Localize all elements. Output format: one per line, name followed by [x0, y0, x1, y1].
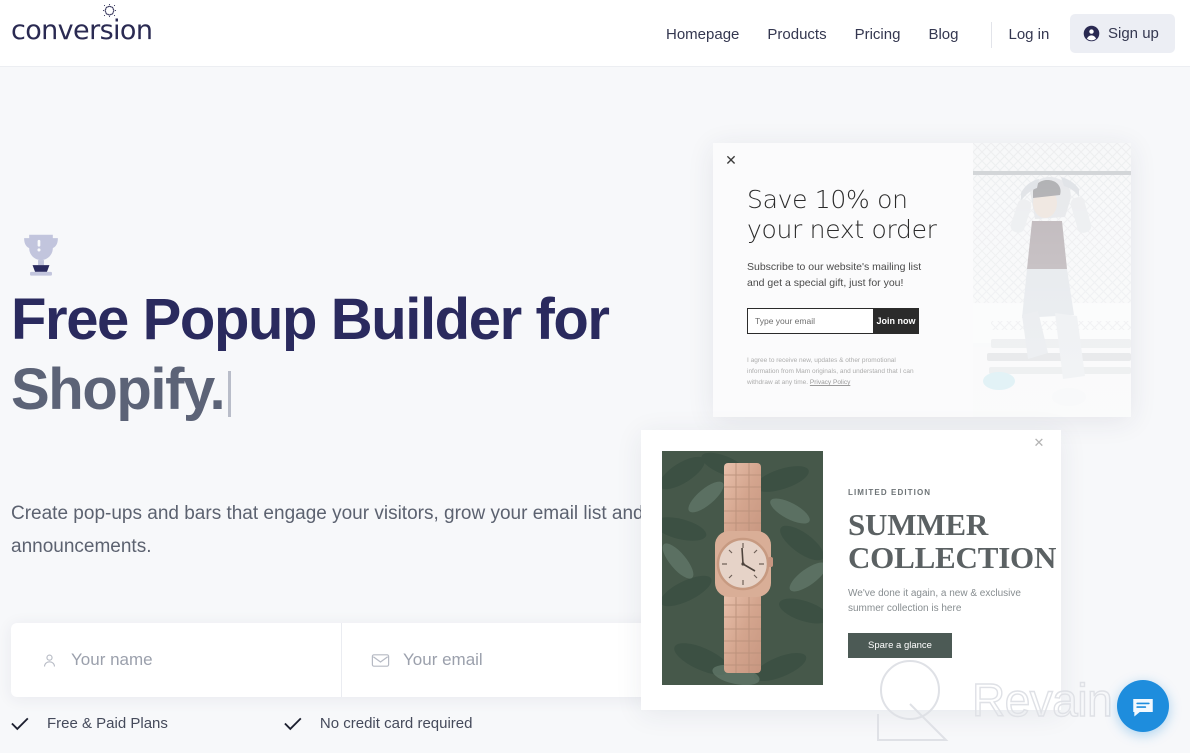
nav-link-products[interactable]: Products — [753, 24, 840, 46]
page-title-line2: Shopify. — [11, 357, 226, 422]
check-icon — [284, 717, 302, 730]
nav-link-pricing[interactable]: Pricing — [841, 24, 915, 46]
brand-name: conversion — [11, 15, 153, 46]
perk-free-paid-plans: Free & Paid Plans — [11, 715, 168, 732]
popup-preview-summer-collection: ✕ LIMITED EDITION SUMMER COLLECTION We'v… — [641, 430, 1061, 710]
gear-flower-icon — [102, 3, 117, 18]
popup2-photo — [662, 451, 823, 685]
popup2-subtitle: We've done it again, a new & exclusive s… — [848, 588, 1021, 614]
name-field-wrapper — [11, 623, 341, 697]
perk-no-credit-card: No credit card required — [284, 715, 473, 732]
chat-message-icon — [1133, 698, 1153, 717]
user-icon — [43, 654, 56, 667]
name-input[interactable] — [71, 650, 341, 670]
popup1-photo — [973, 143, 1131, 417]
site-header: conversion Homepage Products Pricing Blo… — [0, 0, 1190, 67]
signup-button-label: Sign up — [1108, 25, 1159, 42]
popup1-heading: Save 10% on your next order — [747, 185, 937, 244]
page-title: Free Popup Builder for Shopify. — [11, 285, 671, 425]
user-circle-icon — [1083, 25, 1100, 42]
login-link[interactable]: Log in — [1008, 24, 1049, 46]
brand-logo[interactable]: conversion — [11, 3, 153, 46]
nav-link-homepage[interactable]: Homepage — [666, 24, 753, 46]
signup-button[interactable]: Sign up — [1070, 14, 1175, 53]
close-icon[interactable]: ✕ — [1029, 433, 1049, 453]
young-man-bench-photo — [973, 143, 1131, 417]
popup1-fine-print: I agree to receive new, updates & other … — [747, 355, 922, 388]
envelope-icon — [371, 653, 390, 667]
hero-subtitle: Create pop-ups and bars that engage your… — [11, 503, 709, 557]
page-title-line1: Free Popup Builder for — [11, 287, 610, 352]
popup2-cta-button[interactable]: Spare a glance — [848, 633, 952, 658]
nav-divider — [991, 22, 993, 48]
rose-gold-watch-photo — [662, 451, 823, 685]
hero-signup-form — [11, 623, 701, 697]
trophy-icon — [24, 234, 58, 276]
perk-label: No credit card required — [319, 715, 473, 732]
hero-perks: Free & Paid Plans No credit card require… — [11, 715, 472, 732]
perk-label: Free & Paid Plans — [47, 715, 168, 732]
check-icon — [11, 717, 29, 730]
popup1-join-button[interactable]: Join now — [873, 308, 919, 334]
chat-widget-button[interactable] — [1117, 680, 1169, 732]
privacy-policy-link[interactable]: Privacy Policy — [810, 379, 850, 386]
popup2-title: SUMMER COLLECTION — [848, 507, 1057, 575]
popup1-subheading: Subscribe to our website's mailing list … — [747, 261, 922, 289]
popup2-content: LIMITED EDITION SUMMER COLLECTION We've … — [848, 488, 1057, 658]
popup1-email-input[interactable] — [747, 308, 873, 334]
text-caret — [228, 371, 232, 417]
nav-link-blog[interactable]: Blog — [914, 24, 972, 46]
main-nav: Homepage Products Pricing Blog Log in — [666, 22, 1049, 48]
popup2-kicker: LIMITED EDITION — [848, 488, 932, 497]
close-icon[interactable]: ✕ — [720, 149, 742, 171]
popup-preview-save-10-percent: ✕ Save 10% on your next order Subscribe … — [713, 143, 1131, 417]
popup1-content: ✕ Save 10% on your next order Subscribe … — [713, 143, 973, 417]
popup1-form: Join now — [747, 308, 919, 334]
